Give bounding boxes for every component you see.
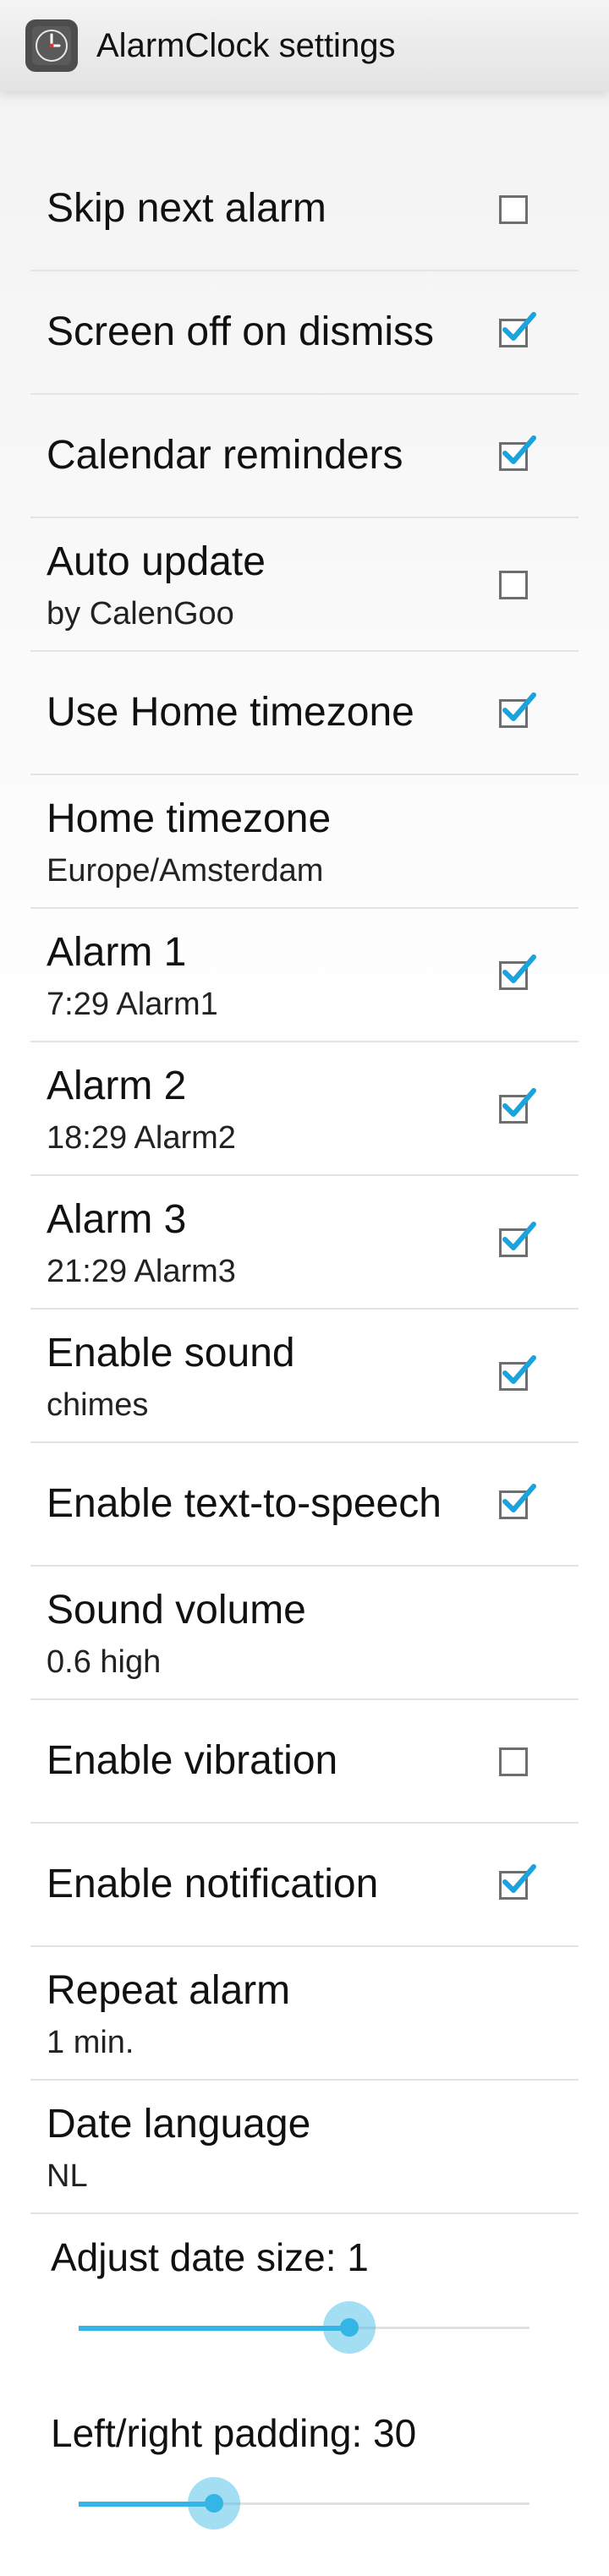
slider-fill [79,2326,349,2331]
preference-home-timezone[interactable]: Home timezone Europe/Amsterdam [30,775,579,909]
slider-track[interactable] [79,2301,529,2354]
slider-thumb[interactable] [322,2301,376,2354]
preference-date-language[interactable]: Date language NL [30,2081,579,2214]
preference-title: Use Home timezone [47,690,414,735]
checkbox-alarm-1[interactable] [499,954,536,990]
preference-enable-vibration[interactable]: Enable vibration [30,1700,579,1824]
checkbox-enable-vibration[interactable] [499,1747,528,1776]
preference-enable-text-to-speech[interactable]: Enable text-to-speech [30,1443,579,1567]
preference-skip-next-alarm[interactable]: Skip next alarm [30,148,579,271]
slider-label: Left/right padding: 30 [51,2411,417,2455]
checkmark-icon [502,692,536,721]
app-title: AlarmClock settings [96,26,396,64]
preference-enable-notification[interactable]: Enable notification [30,1824,579,1947]
checkbox-skip-next-alarm[interactable] [499,195,528,224]
checkmark-icon [502,954,536,983]
checkmark-icon [502,1088,536,1117]
checkmark-icon [502,312,536,341]
preference-summary: 0.6 high [47,1644,162,1680]
clock-icon[interactable] [25,19,78,72]
preference-title: Date language [47,2102,311,2147]
checkbox-alarm-2[interactable] [499,1088,536,1124]
preference-title: Screen off on dismiss [47,309,434,354]
preference-sound-volume[interactable]: Sound volume 0.6 high [30,1567,579,1700]
preference-summary: chimes [47,1387,149,1423]
checkmark-icon [502,1484,536,1512]
preference-title: Alarm 2 [47,1064,187,1108]
preference-summary: 18:29 Alarm2 [47,1120,236,1156]
checkmark-icon [502,1355,536,1384]
checkbox-screen-off-on-dismiss[interactable] [499,312,536,347]
preference-title: Auto update [47,539,266,584]
checkmark-icon [502,1222,536,1250]
preference-title: Alarm 1 [47,930,187,975]
preference-title: Sound volume [47,1588,306,1633]
preference-summary: NL [47,2158,88,2194]
checkbox-use-home-timezone[interactable] [499,692,536,728]
preference-calendar-reminders[interactable]: Calendar reminders [30,395,579,518]
preference-title: Repeat alarm [47,1968,291,2013]
slider-thumb[interactable] [187,2477,240,2530]
checkbox-alarm-3[interactable] [499,1222,536,1257]
preference-enable-sound[interactable]: Enable sound chimes [30,1310,579,1443]
preference-alarm-1[interactable]: Alarm 1 7:29 Alarm1 [30,909,579,1042]
checkbox-enable-text-to-speech[interactable] [499,1484,536,1519]
preference-title: Enable sound [47,1331,295,1376]
checkbox-enable-notification[interactable] [499,1864,536,1900]
checkbox-enable-sound[interactable] [499,1355,536,1391]
slider-track[interactable] [79,2477,529,2530]
preference-summary: 7:29 Alarm1 [47,987,218,1022]
preference-alarm-2[interactable]: Alarm 2 18:29 Alarm2 [30,1042,579,1176]
preference-repeat-alarm[interactable]: Repeat alarm 1 min. [30,1947,579,2081]
preference-title: Skip next alarm [47,186,326,231]
slider-thumb-dot [204,2494,223,2513]
preference-title: Enable vibration [47,1738,338,1783]
preference-title: Calendar reminders [47,433,403,478]
preference-title: Enable notification [47,1862,379,1906]
preference-title: Home timezone [47,796,332,841]
preference-title: Alarm 3 [47,1197,187,1242]
checkbox-calendar-reminders[interactable] [499,435,536,471]
slider-label: Adjust date size: 1 [51,2235,369,2279]
slider-setting: Left/right padding: 30 [30,2390,579,2566]
slider-setting: Adjust date size: 1 [30,2214,579,2390]
preference-use-home-timezone[interactable]: Use Home timezone [30,652,579,775]
preference-title: Enable text-to-speech [47,1481,442,1526]
action-bar: AlarmClock settings [0,0,609,91]
preference-summary: Europe/Amsterdam [47,853,324,889]
preference-auto-update[interactable]: Auto update by CalenGoo [30,518,579,652]
preference-summary: 21:29 Alarm3 [47,1254,236,1289]
slider-thumb-dot [339,2318,359,2337]
preference-list: Skip next alarm Screen off on dismiss Cale… [30,148,579,2566]
preference-alarm-3[interactable]: Alarm 3 21:29 Alarm3 [30,1176,579,1310]
preference-screen-off-on-dismiss[interactable]: Screen off on dismiss [30,271,579,395]
checkmark-icon [502,1864,536,1893]
preference-summary: 1 min. [47,2025,134,2060]
preference-summary: by CalenGoo [47,596,234,632]
checkbox-auto-update[interactable] [499,571,528,599]
checkmark-icon [502,435,536,464]
